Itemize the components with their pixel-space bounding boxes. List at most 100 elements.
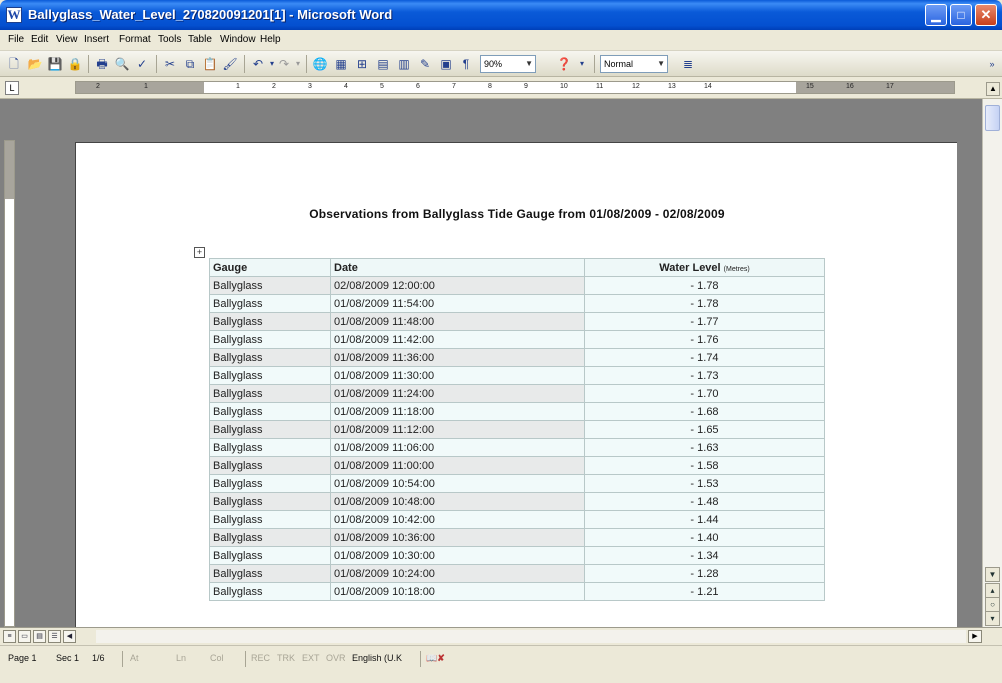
new-document-icon[interactable]: 🗋 (6, 56, 22, 72)
insert-excel-icon[interactable]: ▤ (375, 56, 391, 72)
document-map-icon[interactable]: ▣ (438, 56, 454, 72)
menu-format[interactable]: Format (119, 34, 151, 45)
insert-table-icon[interactable]: ⊞ (354, 56, 370, 72)
style-value: Normal (604, 59, 634, 69)
align-icon[interactable]: ≣ (680, 56, 696, 72)
show-hide-icon[interactable]: ¶ (458, 56, 474, 72)
ruler-right-margin (796, 82, 954, 93)
vertical-scrollbar[interactable]: ▼ ▴ ○ ▾ (982, 99, 1002, 627)
cell-water-level: - 1.21 (584, 582, 825, 601)
toolbar-options-icon[interactable]: ▾ (574, 56, 590, 72)
select-browse-object-button[interactable]: ○ (985, 597, 1000, 612)
cell-water-level: - 1.44 (584, 510, 825, 529)
scroll-up-button[interactable]: ▲ (986, 82, 1000, 96)
cell-date: 01/08/2009 11:00:00 (330, 456, 585, 475)
minimize-button[interactable]: ▁ (925, 4, 947, 26)
cell-date: 01/08/2009 11:18:00 (330, 402, 585, 421)
print-icon[interactable]: 🖶 (94, 56, 110, 72)
status-line[interactable]: Ln (176, 652, 186, 667)
word-app-icon[interactable]: W (6, 7, 22, 23)
status-at[interactable]: At (130, 652, 139, 667)
help-icon[interactable]: ❓ (556, 56, 572, 72)
style-select[interactable]: Normal ▼ (600, 55, 668, 73)
scroll-right-button[interactable]: ▶ (968, 630, 982, 643)
chevron-down-icon: ▼ (988, 570, 997, 579)
save-icon[interactable]: 💾 (47, 56, 63, 72)
spelling-status-icon[interactable]: 📖✘ (426, 652, 445, 667)
ruler-number: 17 (886, 83, 894, 90)
menu-file[interactable]: File (8, 34, 24, 45)
cut-icon[interactable]: ✂ (162, 56, 178, 72)
cell-gauge: Ballyglass (209, 438, 331, 457)
status-trk[interactable]: TRK (277, 652, 295, 667)
cell-gauge: Ballyglass (209, 474, 331, 493)
menu-table[interactable]: Table (188, 34, 212, 45)
table-row: Ballyglass 01/08/2009 10:48:00- 1.48 (209, 492, 825, 511)
status-page[interactable]: Page 1 (8, 652, 37, 667)
tab-selector[interactable]: L (5, 81, 19, 95)
horizontal-scroll-track[interactable] (96, 630, 966, 643)
double-up-icon: ▴ (990, 586, 995, 595)
zoom-select[interactable]: 90% ▼ (480, 55, 536, 73)
menu-insert[interactable]: Insert (84, 34, 109, 45)
status-rec[interactable]: REC (251, 652, 270, 667)
outline-view-button[interactable]: ☰ (48, 630, 61, 643)
status-column[interactable]: Col (210, 652, 224, 667)
permission-icon[interactable]: 🔒 (67, 56, 83, 72)
hyperlink-icon[interactable]: 🌐 (312, 56, 328, 72)
cell-water-level: - 1.63 (584, 438, 825, 457)
format-painter-icon[interactable]: 🖌 (222, 56, 238, 72)
paste-icon[interactable]: 📋 (202, 56, 218, 72)
copy-icon[interactable]: ⧉ (182, 56, 198, 72)
document-page[interactable]: Observations from Ballyglass Tide Gauge … (75, 142, 957, 642)
open-folder-icon[interactable]: 📂 (27, 56, 43, 72)
scroll-left-button[interactable]: ◀ (63, 630, 76, 643)
columns-icon[interactable]: ▥ (396, 56, 412, 72)
tab-stop-icon: L (9, 83, 15, 93)
previous-page-button[interactable]: ▴ (985, 583, 1000, 598)
table-row: Ballyglass 01/08/2009 11:36:00- 1.74 (209, 348, 825, 367)
ruler-number: 8 (488, 83, 492, 90)
table-row: Ballyglass 01/08/2009 11:06:00- 1.63 (209, 438, 825, 457)
redo-dropdown-icon[interactable]: ▾ (290, 56, 306, 72)
web-layout-view-button[interactable]: ▭ (18, 630, 31, 643)
table-move-handle[interactable]: + (194, 247, 205, 258)
status-ovr[interactable]: OVR (326, 652, 346, 667)
spelling-icon[interactable]: ✓ (134, 56, 150, 72)
normal-view-button[interactable]: ≡ (3, 630, 16, 643)
cell-water-level: - 1.48 (584, 492, 825, 511)
status-section[interactable]: Sec 1 (56, 652, 79, 667)
cell-water-level: - 1.70 (584, 384, 825, 403)
status-language[interactable]: English (U.K (352, 652, 402, 667)
next-page-button[interactable]: ▾ (985, 611, 1000, 626)
scroll-down-button[interactable]: ▼ (985, 567, 1000, 582)
menu-window[interactable]: Window (220, 34, 256, 45)
toolbar-overflow-icon[interactable]: » (984, 56, 1000, 72)
tables-borders-icon[interactable]: ▦ (333, 56, 349, 72)
status-ext[interactable]: EXT (302, 652, 320, 667)
menu-edit[interactable]: Edit (31, 34, 48, 45)
menu-help[interactable]: Help (260, 34, 281, 45)
status-page-of[interactable]: 1/6 (92, 652, 105, 667)
table-row: Ballyglass 01/08/2009 11:12:00- 1.65 (209, 420, 825, 439)
water-level-table: Gauge Date Water Level (Metres) Ballygla… (209, 258, 825, 601)
print-layout-view-button[interactable]: ▤ (33, 630, 46, 643)
cell-date: 01/08/2009 10:24:00 (330, 564, 585, 583)
title-bar[interactable]: W Ballyglass_Water_Level_270820091201[1]… (0, 0, 1002, 30)
scroll-thumb[interactable] (985, 105, 1000, 131)
ruler-number: 3 (308, 83, 312, 90)
cell-water-level: - 1.34 (584, 546, 825, 565)
table-header-row: Gauge Date Water Level (Metres) (209, 258, 825, 277)
drawing-icon[interactable]: ✎ (417, 56, 433, 72)
close-button[interactable]: ✕ (975, 4, 997, 26)
menu-tools[interactable]: Tools (158, 34, 181, 45)
maximize-button[interactable]: □ (950, 4, 972, 26)
menu-view[interactable]: View (56, 34, 78, 45)
table-row: Ballyglass 01/08/2009 11:00:00- 1.58 (209, 456, 825, 475)
vertical-ruler[interactable] (4, 140, 15, 627)
table-row: Ballyglass 01/08/2009 11:54:00- 1.78 (209, 294, 825, 313)
cell-gauge: Ballyglass (209, 528, 331, 547)
print-preview-icon[interactable]: 🔍 (114, 56, 130, 72)
document-area[interactable]: Observations from Ballyglass Tide Gauge … (0, 99, 982, 642)
horizontal-ruler[interactable]: 2 1 1 2 3 4 5 6 7 8 9 10 11 12 13 14 15 … (75, 81, 955, 94)
